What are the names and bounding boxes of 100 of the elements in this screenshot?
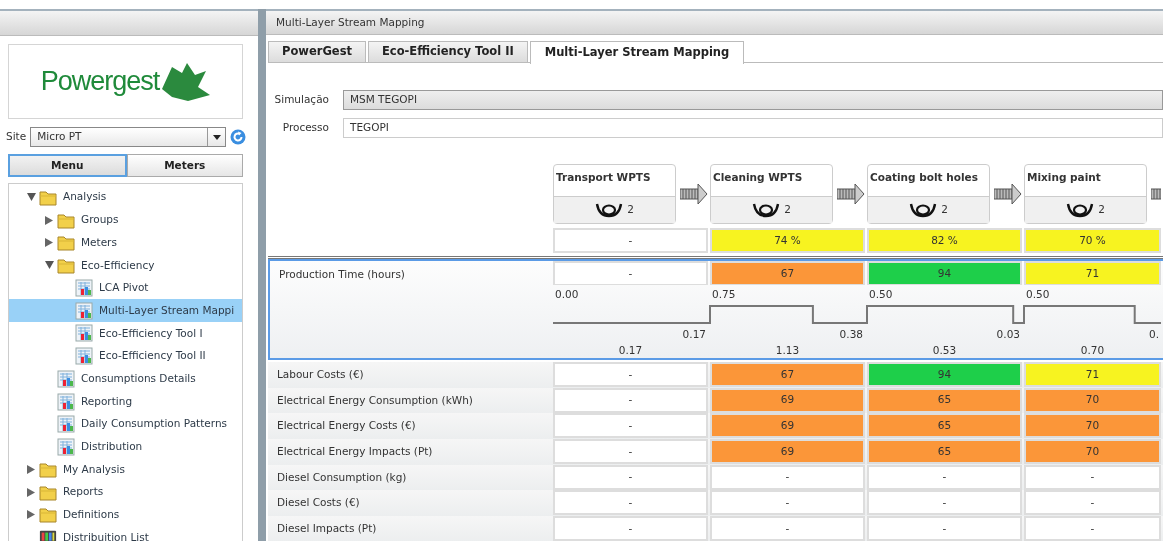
report-icon (75, 324, 93, 343)
value-cell: - (553, 362, 708, 387)
refresh-icon[interactable] (230, 129, 246, 145)
field-label: Processo (281, 120, 330, 136)
tree-item[interactable]: Groups (9, 208, 242, 232)
operator-count: 2 (627, 202, 634, 218)
tree-item[interactable]: Multi-Layer Stream Mappi (9, 299, 242, 323)
time-value: 0.38 (839, 327, 864, 340)
tree-item[interactable]: Distribuition List (9, 526, 242, 541)
value-cell: 65 (867, 413, 1022, 439)
value-cell: 65 (867, 387, 1022, 413)
report-icon (75, 301, 93, 320)
operator-count: 2 (941, 202, 948, 218)
time-value: 0.53 (932, 344, 957, 357)
value-cell: - (553, 413, 708, 439)
value-cell: 71 (1024, 362, 1161, 387)
caret-icon (26, 193, 36, 202)
select-field[interactable]: MSM TEGOPI (343, 90, 1163, 110)
operator-count: 2 (1098, 202, 1105, 218)
input-field[interactable]: TEGOPI (343, 118, 1163, 138)
site-select[interactable]: Micro PT (30, 127, 226, 147)
time-value: 0.50 (868, 288, 893, 301)
panel-title: Multi-Layer Stream Mapping (266, 11, 1163, 35)
row-label: Diesel Consumption (kg) (277, 469, 407, 485)
value-cell: - (553, 387, 708, 413)
folder-icon (57, 256, 75, 274)
site-label: Site (6, 129, 27, 145)
value-cell: - (553, 516, 708, 541)
report-icon (75, 279, 93, 298)
value-cell: - (1024, 464, 1161, 490)
arrow-icon (994, 183, 1022, 205)
value-cell: - (553, 490, 708, 516)
time-value: 0.17 (618, 344, 643, 357)
value-cell: - (553, 261, 708, 286)
time-value: 0.70 (1080, 344, 1105, 357)
folder-icon (39, 506, 57, 524)
report-icon (57, 415, 75, 434)
value-cell: - (867, 464, 1022, 490)
caret-icon (27, 465, 35, 475)
efficiency-cell: 70 % (1024, 228, 1161, 253)
caret-icon (45, 238, 53, 248)
time-value: 0.17 (682, 327, 707, 340)
toggle-button[interactable]: Menu (8, 154, 127, 177)
tree-item[interactable]: Consumptions Details (9, 367, 242, 391)
tree-item[interactable]: Reporting (9, 390, 242, 413)
value-cell: 94 (867, 362, 1022, 387)
tree-item[interactable]: Eco-Efficiency Tool I (9, 322, 242, 345)
efficiency-cell: 82 % (867, 228, 1022, 253)
folder-icon (57, 234, 75, 252)
time-value: 1.13 (775, 344, 800, 357)
caret-icon (27, 487, 35, 497)
row-label: Labour Costs (€) (277, 366, 364, 382)
value-cell: - (553, 464, 708, 490)
tab[interactable]: Eco-Efficiency Tool II (368, 41, 528, 62)
time-value: 0.00 (554, 288, 579, 301)
value-cell: - (867, 490, 1022, 516)
operator-count: 2 (784, 202, 791, 218)
value-cell: - (867, 516, 1022, 541)
tree-item[interactable]: Meters (9, 231, 242, 255)
tree-item[interactable]: Analysis (9, 186, 242, 209)
value-cell: 69 (710, 439, 865, 465)
operator-icon (595, 202, 624, 218)
time-value: 0. (1148, 327, 1160, 340)
caret-icon (212, 134, 221, 140)
row-label: Electrical Energy Impacts (Pt) (277, 444, 433, 460)
caret-icon (44, 261, 54, 270)
value-cell: 71 (1024, 261, 1161, 286)
arrow-icon (837, 183, 865, 205)
tree-item[interactable]: Distribution (9, 435, 242, 459)
report-icon (57, 437, 75, 456)
tree-item[interactable]: Daily Consumption Patterns (9, 412, 242, 436)
tree-item[interactable]: Definitions (9, 503, 242, 527)
tree-item[interactable]: My Analysis (9, 458, 242, 481)
value-cell: - (553, 439, 708, 465)
tree-item[interactable]: Eco-Efficiency (9, 254, 242, 277)
logo-text: Powergest (40, 65, 160, 99)
tree-item[interactable]: LCA Pivot (9, 276, 242, 300)
caret-icon (45, 215, 53, 225)
row-label: Diesel Impacts (Pt) (277, 521, 377, 537)
value-cell: 94 (867, 261, 1022, 286)
time-value: 0.50 (1025, 288, 1050, 301)
row-label: Diesel Costs (€) (277, 495, 360, 511)
field-label: Simulação (273, 92, 330, 108)
value-cell: 70 (1024, 387, 1161, 413)
monitor-icon (39, 528, 57, 541)
arrow-icon (680, 183, 708, 205)
time-value: 0.03 (996, 327, 1021, 340)
tab[interactable]: Multi-Layer Stream Mapping (529, 41, 745, 64)
tab[interactable]: PowerGest (268, 41, 366, 62)
tree-item[interactable]: Eco-Efficiency Tool II (9, 344, 242, 368)
row-label: Electrical Energy Consumption (kWh) (277, 392, 473, 408)
operator-icon (909, 202, 938, 218)
tree-item[interactable]: Reports (9, 480, 242, 504)
folder-icon (39, 461, 57, 479)
toggle-button[interactable]: Meters (126, 154, 243, 177)
value-cell: 70 (1024, 439, 1161, 465)
folder-icon (39, 483, 57, 501)
operator-icon (752, 202, 781, 218)
row-label: Production Time (hours) (279, 267, 405, 282)
value-cell: 65 (867, 439, 1022, 465)
